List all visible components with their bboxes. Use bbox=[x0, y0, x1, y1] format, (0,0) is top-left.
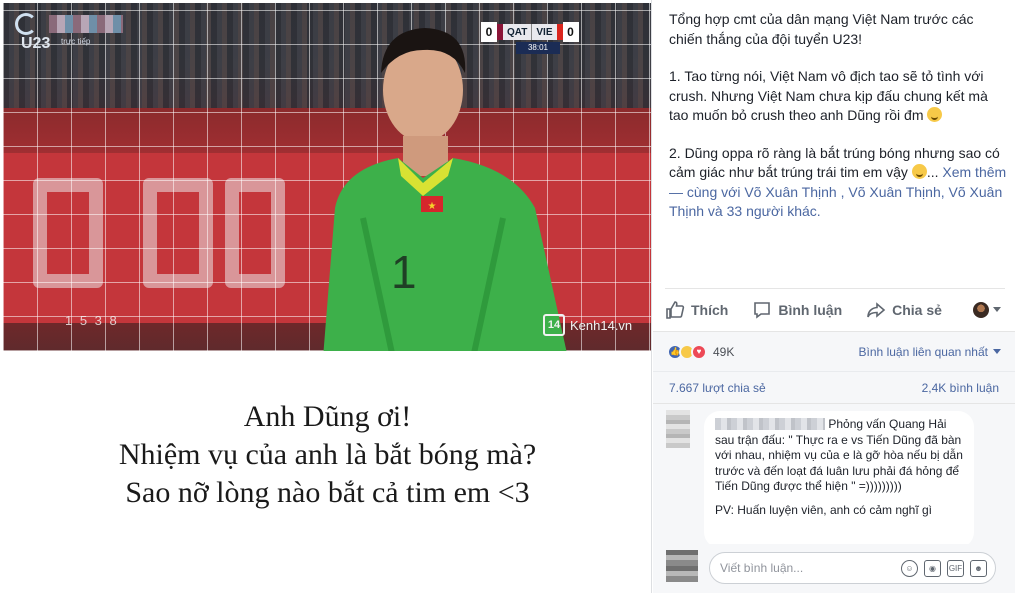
share-button[interactable]: Chia sẻ bbox=[866, 300, 942, 320]
home-score: 0 bbox=[481, 22, 497, 42]
composer-icons: ☺ ◉ GIF ☻ bbox=[901, 560, 987, 577]
comment-placeholder: Viết bình luận... bbox=[720, 561, 804, 575]
tagged-user-link[interactable]: Võ Xuân Thịnh bbox=[744, 184, 836, 200]
wink-emoji-icon bbox=[911, 164, 927, 179]
board-text: 1 5 3 8 bbox=[65, 313, 119, 328]
emoji-icon[interactable]: ☺ bbox=[901, 560, 918, 577]
comment-text-continued: PV: Huấn luyện viên, anh có cảm nghĩ gì bbox=[715, 502, 933, 517]
comment-input[interactable]: Viết bình luận... ☺ ◉ GIF ☻ bbox=[709, 552, 996, 584]
commenter-name-blurred[interactable] bbox=[715, 418, 825, 430]
away-team: VIE bbox=[531, 24, 557, 40]
kenh14-watermark: 14 Kenh14.vn bbox=[543, 312, 632, 338]
stats-row: 7.667 lượt chia sẻ 2,4K bình luận bbox=[653, 371, 1015, 403]
u23-logo-icon bbox=[15, 13, 37, 35]
reactions-bar: 👍 ♥ 49K Bình luận liên quan nhất bbox=[653, 331, 1015, 371]
comment-icon bbox=[754, 301, 771, 319]
comment-button[interactable]: Bình luận bbox=[752, 300, 842, 320]
share-count-link[interactable]: 7.667 lượt chia sẻ bbox=[669, 381, 766, 395]
post-panel: Tổng hợp cmt của dân mạng Việt Nam trước… bbox=[653, 0, 1015, 593]
svg-text:★: ★ bbox=[428, 201, 437, 212]
post-item-1: 1. Tao từng nói, Việt Nam vô địch tao sẽ… bbox=[669, 68, 988, 123]
my-avatar bbox=[666, 550, 698, 582]
home-team: QAT bbox=[503, 24, 532, 40]
post-item-2: 2. Dũng oppa rõ ràng là bắt trúng bóng n… bbox=[669, 144, 1007, 220]
commenter-avatar[interactable] bbox=[666, 410, 690, 448]
caption-line-3: Sao nỡ lòng nào bắt cả tim em <3 bbox=[125, 476, 530, 509]
comment-label: Bình luận bbox=[778, 301, 843, 318]
action-bar: Thích Bình luận Chia sẻ bbox=[665, 288, 1005, 330]
others-link[interactable]: 33 người khác bbox=[727, 203, 817, 219]
jersey-number: 1 bbox=[391, 246, 417, 298]
match-clock: 38:01 bbox=[516, 42, 560, 54]
post-body: Tổng hợp cmt của dân mạng Việt Nam trước… bbox=[669, 10, 1009, 222]
thumbs-up-icon bbox=[666, 300, 685, 319]
reaction-count[interactable]: 49K bbox=[713, 345, 734, 359]
caption-line-2: Nhiệm vụ của anh là bắt bóng mà? bbox=[118, 438, 537, 471]
sticker-icon[interactable]: ☻ bbox=[970, 560, 987, 577]
away-score: 0 bbox=[562, 22, 579, 42]
camera-icon[interactable]: ◉ bbox=[924, 560, 941, 577]
kenh14-site: Kenh14.vn bbox=[570, 317, 633, 333]
like-button[interactable]: Thích bbox=[665, 300, 728, 320]
chevron-down-icon bbox=[993, 349, 1001, 354]
scoreboard: 0 QAT VIE 0 bbox=[481, 22, 579, 42]
post-intro: Tổng hợp cmt của dân mạng Việt Nam trước… bbox=[669, 11, 974, 47]
photo-viewer: ★ 1 U23 trực tiếp 0 QAT VIE 0 38:01 1 5 … bbox=[0, 0, 652, 593]
see-more-link[interactable]: Xem thêm bbox=[942, 164, 1006, 180]
like-label: Thích bbox=[691, 301, 729, 318]
gif-icon[interactable]: GIF bbox=[947, 560, 964, 577]
share-arrow-icon bbox=[867, 301, 886, 318]
watermark-u23: U23 bbox=[21, 35, 51, 52]
comment-sort-dropdown[interactable]: Bình luận liên quan nhất bbox=[859, 345, 1001, 359]
comment-composer: Viết bình luận... ☺ ◉ GIF ☻ bbox=[653, 544, 1015, 593]
smile-emoji-icon bbox=[927, 107, 943, 122]
love-reaction-icon[interactable]: ♥ bbox=[691, 343, 707, 360]
match-photo[interactable]: ★ 1 U23 trực tiếp 0 QAT VIE 0 38:01 1 5 … bbox=[3, 3, 651, 351]
watermark-live: trực tiếp bbox=[61, 37, 91, 46]
comment-count-link[interactable]: 2,4K bình luận bbox=[922, 381, 999, 395]
caption-line-1: Anh Dũng ơi! bbox=[243, 400, 412, 433]
photo-caption: Anh Dũng ơi! Nhiệm vụ của anh là bắt bón… bbox=[3, 351, 651, 593]
tagged-user-link[interactable]: Võ Xuân Thịnh bbox=[848, 184, 940, 200]
goalkeeper-figure: ★ 1 bbox=[323, 28, 567, 351]
comment-sort-label: Bình luận liên quan nhất bbox=[858, 344, 988, 359]
avatar bbox=[973, 301, 989, 318]
watermark-blur bbox=[49, 15, 123, 33]
comment-bubble: Phỏng vấn Quang Hải sau trận đấu: " Thực… bbox=[704, 411, 974, 548]
kenh14-logo-icon: 14 bbox=[543, 314, 565, 336]
share-label: Chia sẻ bbox=[892, 301, 942, 318]
post-as-selector[interactable] bbox=[973, 301, 1001, 318]
chevron-down-icon bbox=[993, 307, 1001, 312]
